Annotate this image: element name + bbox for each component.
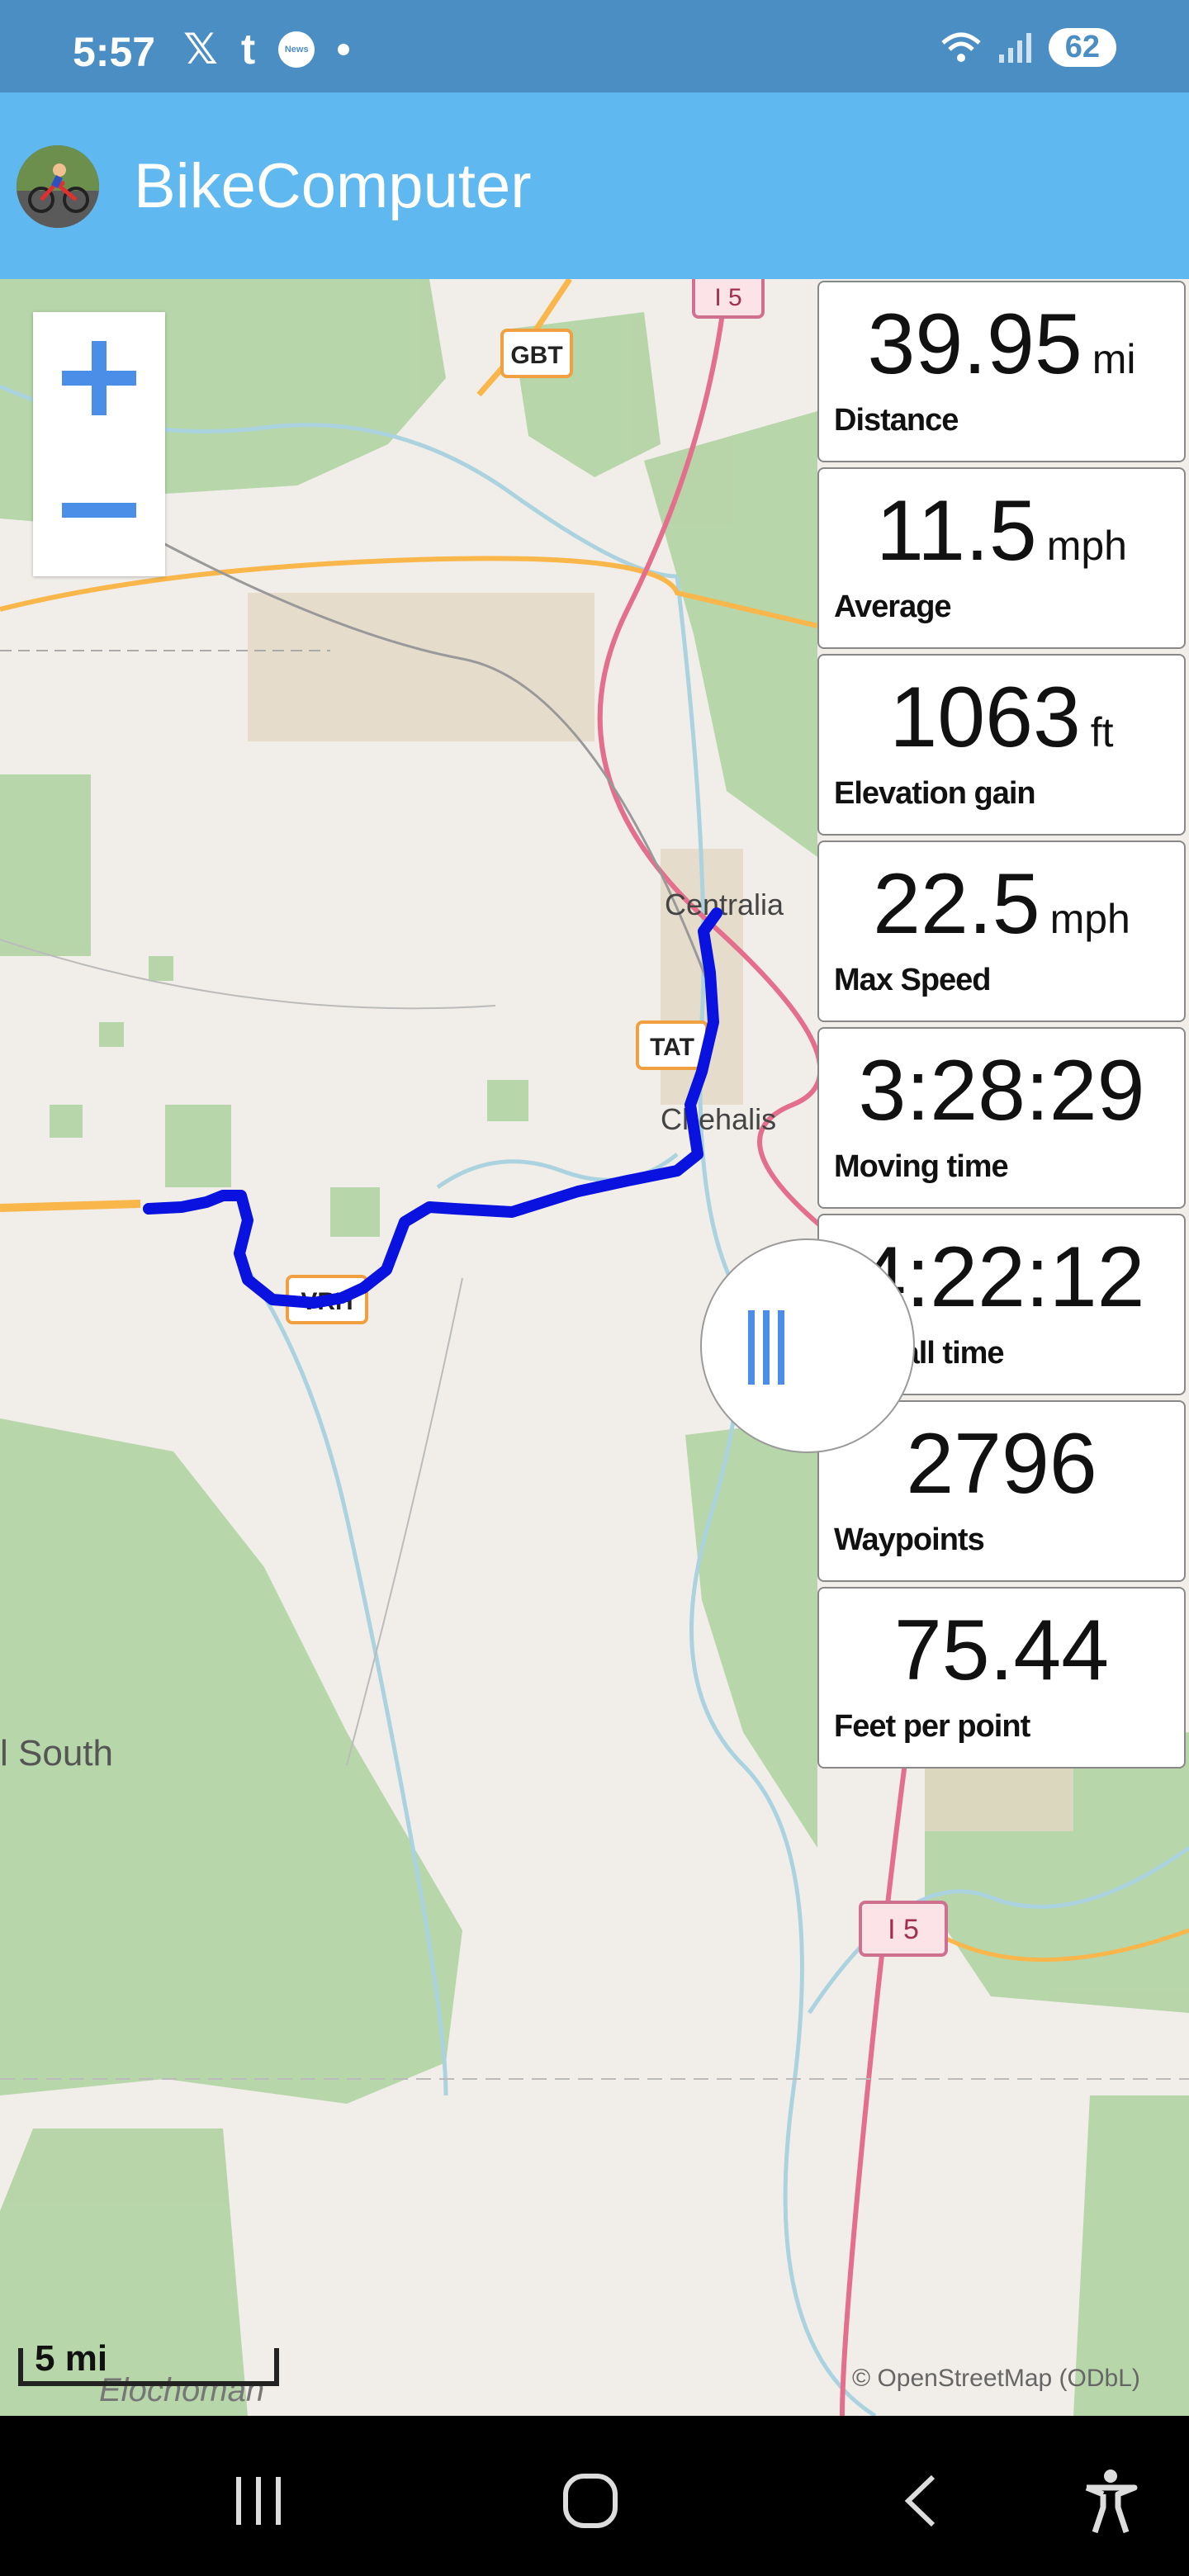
stat-unit: mi <box>1092 336 1136 382</box>
zoom-in-button[interactable] <box>33 312 165 444</box>
status-time: 5:57 <box>73 29 156 75</box>
stat-average: 11.5 mph Average <box>817 467 1186 649</box>
map-scale-label: 5 mi <box>35 2338 108 2379</box>
stat-value: 39.95 <box>867 296 1082 392</box>
battery-icon: 62 <box>1048 28 1116 67</box>
news-icon: News <box>278 31 315 68</box>
stat-value: 11.5 <box>876 483 1037 579</box>
stat-distance: 39.95 mi Distance <box>817 281 1186 462</box>
stat-unit: ft <box>1090 709 1114 755</box>
plus-icon <box>62 341 136 415</box>
label-south: l South <box>0 1733 113 1773</box>
recents-button[interactable] <box>221 2464 296 2538</box>
wifi-icon <box>941 32 981 62</box>
system-icons: 62 <box>940 28 1116 67</box>
shield-tat: TAT <box>650 1034 694 1061</box>
stat-label: Max Speed <box>834 963 992 997</box>
stat-label: Moving time <box>834 1149 1009 1184</box>
shield-gbt: GBT <box>510 342 562 369</box>
shield-i5-bottom: I 5 <box>888 1914 919 1945</box>
home-icon <box>563 2474 618 2528</box>
stat-label: Feet per point <box>834 1709 1030 1744</box>
app-bar: BikeComputer <box>0 92 1189 279</box>
drawer-handle-icon <box>748 1310 784 1385</box>
bike-logo-icon <box>17 145 99 228</box>
x-icon: 𝕏 <box>183 26 218 73</box>
stat-unit: mph <box>1046 523 1127 569</box>
recents-icon <box>236 2477 281 2525</box>
label-chehalis: Chehalis <box>661 1102 776 1136</box>
back-button[interactable] <box>885 2464 959 2538</box>
zoom-out-button[interactable] <box>33 444 165 576</box>
stat-value: 2796 <box>906 1416 1097 1512</box>
stat-moving-time: 3:28:29 Moving time <box>817 1027 1186 1209</box>
stat-unit: mph <box>1049 896 1130 942</box>
stat-value: 1063 <box>889 670 1081 765</box>
app-title: BikeComputer <box>134 151 532 221</box>
drawer-handle-button[interactable] <box>700 1238 915 1453</box>
stat-label: Waypoints <box>834 1522 985 1557</box>
zoom-control <box>33 312 165 576</box>
signal-icon <box>998 32 1031 63</box>
accessibility-icon <box>1085 2469 1138 2534</box>
stats-panel: 39.95 mi Distance 11.5 mph Average 1063 ft … <box>817 281 1186 1773</box>
home-button[interactable] <box>553 2464 628 2538</box>
stat-label: Distance <box>834 403 959 438</box>
navigation-bar <box>0 2416 1189 2576</box>
notification-icons: 𝕏 t News <box>183 25 350 74</box>
stat-value: 75.44 <box>893 1603 1110 1698</box>
accessibility-button[interactable] <box>1073 2464 1148 2538</box>
stat-elevation-gain: 1063 ft Elevation gain <box>817 654 1186 836</box>
stat-value: 3:28:29 <box>858 1043 1145 1139</box>
tumblr-icon: t <box>240 26 256 73</box>
map-attribution[interactable]: © OpenStreetMap (ODbL) <box>852 2365 1140 2393</box>
minus-icon <box>62 503 136 518</box>
stat-max-speed: 22.5 mph Max Speed <box>817 841 1186 1022</box>
stat-label: Average <box>834 590 952 624</box>
dot-icon <box>338 44 350 55</box>
status-bar: 5:57 𝕏 t News 62 <box>0 0 1189 92</box>
label-centralia: Centralia <box>665 888 784 921</box>
shield-i5-top: I 5 <box>714 284 741 311</box>
stat-feet-per-point: 75.44 Feet per point <box>817 1587 1186 1769</box>
stat-label: Elevation gain <box>834 776 1036 811</box>
back-icon <box>904 2474 936 2527</box>
stat-value: 22.5 <box>873 856 1040 952</box>
